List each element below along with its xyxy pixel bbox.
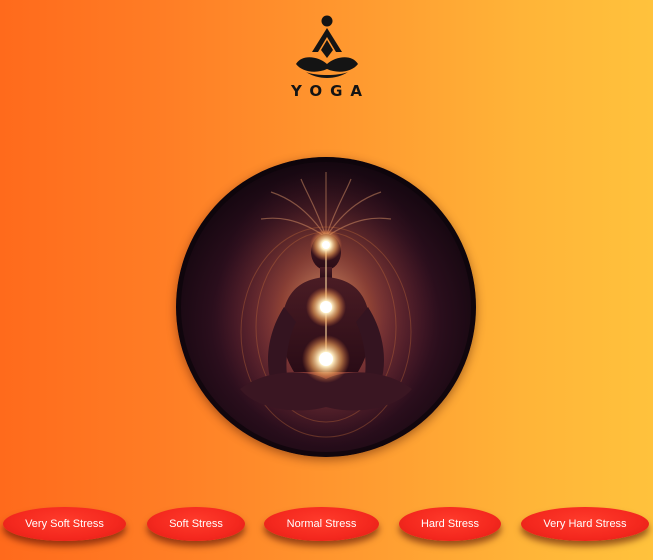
very-hard-stress-button[interactable]: Very Hard Stress bbox=[521, 507, 649, 541]
meditating-figure-icon bbox=[295, 15, 358, 78]
soft-stress-button[interactable]: Soft Stress bbox=[147, 507, 245, 541]
meditation-illustration bbox=[176, 157, 476, 457]
very-soft-stress-button[interactable]: Very Soft Stress bbox=[3, 507, 126, 541]
meditating-chakra-figure bbox=[176, 157, 476, 457]
yoga-logo: YOGA bbox=[0, 14, 653, 100]
logo-wordmark: YOGA bbox=[291, 82, 370, 100]
normal-stress-button[interactable]: Normal Stress bbox=[264, 507, 379, 541]
hard-stress-button[interactable]: Hard Stress bbox=[399, 507, 501, 541]
